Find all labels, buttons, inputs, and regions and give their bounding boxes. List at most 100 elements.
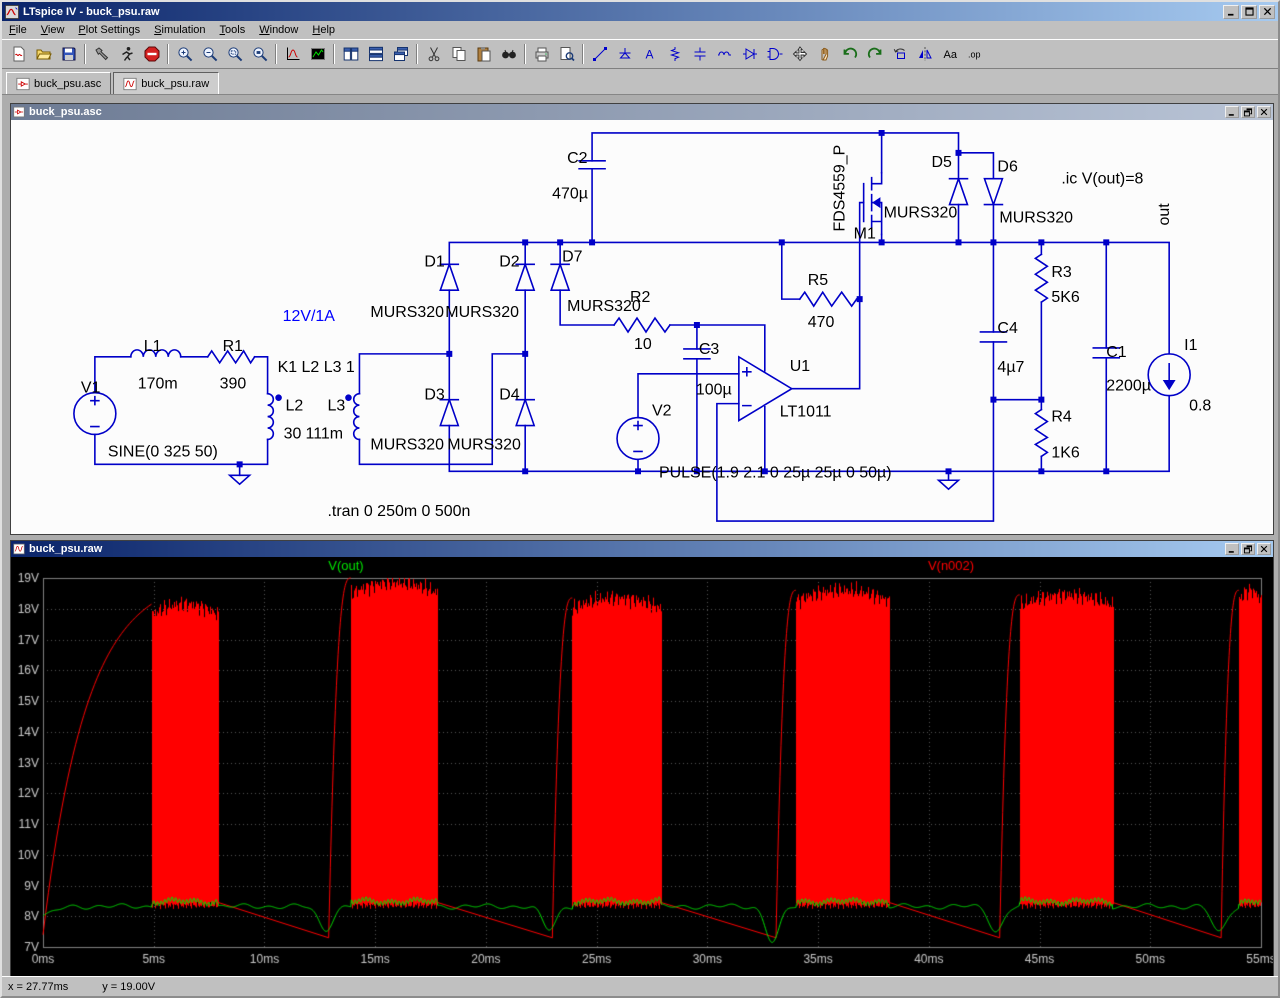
close-icon [1262, 6, 1273, 17]
spice-directive-button[interactable] [962, 42, 987, 66]
schematic-label: SINE(0 325 50) [108, 443, 218, 460]
find-button[interactable] [496, 42, 521, 66]
menu-tools[interactable]: Tools [213, 22, 253, 38]
menu-simulation[interactable]: Simulation [147, 22, 212, 38]
schematic-label: 470 [808, 314, 835, 331]
diode-D5[interactable] [948, 176, 969, 206]
schematic-label: 5K6 [1051, 289, 1080, 306]
window-title: LTspice IV - buck_psu.raw [23, 5, 160, 18]
new-schematic-button[interactable] [6, 42, 31, 66]
move-icon [792, 46, 808, 62]
net-label-icon [642, 46, 658, 62]
resistor-R3[interactable] [1033, 253, 1049, 304]
menu-view[interactable]: View [34, 22, 72, 38]
plot-settings-button[interactable] [305, 42, 330, 66]
voltage-source-V1[interactable] [73, 391, 117, 436]
current-source-I1[interactable] [1147, 353, 1191, 397]
halt-button[interactable] [139, 42, 164, 66]
cut-button[interactable] [421, 42, 446, 66]
text-button[interactable] [937, 42, 962, 66]
toolbar-separator [167, 44, 169, 64]
diode-D7[interactable] [550, 261, 571, 291]
net-label-button[interactable] [637, 42, 662, 66]
title-bar[interactable]: LTspice IV - buck_psu.raw [2, 2, 1278, 21]
ground-button[interactable] [612, 42, 637, 66]
maximize-icon [1244, 6, 1255, 17]
ground-symbol [227, 474, 252, 486]
zoom-area-icon [227, 46, 243, 62]
print-preview-button[interactable] [554, 42, 579, 66]
resistor-button[interactable] [662, 42, 687, 66]
rotate-button[interactable] [887, 42, 912, 66]
cascade-windows-button[interactable] [388, 42, 413, 66]
schematic-label: LT1011 [780, 404, 832, 421]
control-panel-button[interactable] [89, 42, 114, 66]
waveform-minimize-button[interactable] [1225, 543, 1239, 555]
schematic-label: R1 [223, 338, 244, 355]
menu-window[interactable]: Window [252, 22, 305, 38]
capacitor-button[interactable] [687, 42, 712, 66]
redo-button[interactable] [862, 42, 887, 66]
schematic-close-button[interactable] [1257, 106, 1271, 118]
run-button[interactable] [114, 42, 139, 66]
inductor-L3[interactable] [352, 392, 361, 441]
zoom-full-extents-button[interactable] [247, 42, 272, 66]
schematic-label: D5 [932, 154, 953, 171]
schematic-restore-button[interactable] [1241, 106, 1255, 118]
resistor-R5[interactable] [798, 290, 858, 308]
voltage-source-V2[interactable] [616, 416, 660, 461]
open-button[interactable] [31, 42, 56, 66]
print-button[interactable] [529, 42, 554, 66]
tab-buck_psu.asc[interactable]: buck_psu.asc [6, 72, 112, 94]
mirror-button[interactable] [912, 42, 937, 66]
toolbar [2, 39, 1278, 69]
zoom-in-button[interactable] [172, 42, 197, 66]
waveform-close-button[interactable] [1257, 543, 1271, 555]
tile-horizontally-button[interactable] [363, 42, 388, 66]
waveform-restore-button[interactable] [1241, 543, 1255, 555]
tile-vertically-button[interactable] [338, 42, 363, 66]
drag-button[interactable] [812, 42, 837, 66]
schematic-label: 1K6 [1051, 444, 1080, 461]
tab-buck_psu.raw[interactable]: buck_psu.raw [113, 72, 220, 94]
waveform-canvas[interactable] [11, 557, 1273, 978]
diode-D6[interactable] [983, 177, 1004, 208]
schematic-canvas[interactable]: C2470µD1 D2 D7MURS320 MURS320 MURS320R21012V… [11, 120, 1273, 534]
schematic-label: MURS320 [447, 436, 521, 453]
new-schematic-icon [11, 46, 27, 62]
wire-button[interactable] [587, 42, 612, 66]
menu-file[interactable]: File [2, 22, 34, 38]
maximize-button[interactable] [1241, 4, 1257, 19]
schematic-label: 100µ [696, 382, 732, 399]
inductor-L2[interactable] [266, 392, 275, 441]
save-button[interactable] [56, 42, 81, 66]
minimize-button[interactable] [1223, 4, 1239, 19]
waveform-window-title-bar[interactable]: buck_psu.raw [11, 541, 1273, 557]
copy-button[interactable] [446, 42, 471, 66]
menu-help[interactable]: Help [305, 22, 342, 38]
wire-icon [592, 46, 608, 62]
inductor-button[interactable] [712, 42, 737, 66]
autorange-y-axis-button[interactable] [280, 42, 305, 66]
schematic-label: R3 [1051, 264, 1072, 281]
schematic-window-title-bar[interactable]: buck_psu.asc [11, 104, 1273, 120]
menu-plot-settings[interactable]: Plot Settings [71, 22, 147, 38]
resistor-R2[interactable] [612, 316, 672, 334]
paste-button[interactable] [471, 42, 496, 66]
close-button[interactable] [1259, 4, 1275, 19]
component-button[interactable] [762, 42, 787, 66]
resistor-R4[interactable] [1033, 408, 1049, 458]
tab-label: buck_psu.asc [34, 77, 102, 90]
schematic-label: .tran 0 250m 0 500n [327, 503, 470, 520]
plot-settings-icon [310, 46, 326, 62]
undo-button[interactable] [837, 42, 862, 66]
zoom-area-button[interactable] [222, 42, 247, 66]
toolbar-separator [416, 44, 418, 64]
tile-horizontally-icon [368, 46, 384, 62]
schematic-minimize-button[interactable] [1225, 106, 1239, 118]
schematic-label: L3 [327, 398, 345, 415]
print-icon [534, 46, 550, 62]
move-button[interactable] [787, 42, 812, 66]
zoom-out-button[interactable] [197, 42, 222, 66]
diode-button[interactable] [737, 42, 762, 66]
